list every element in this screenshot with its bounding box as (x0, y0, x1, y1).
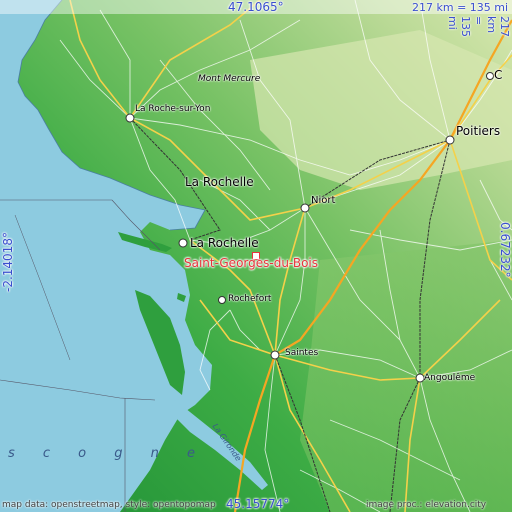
coord-top: 47.1065° (228, 0, 284, 14)
upland-east (300, 240, 512, 512)
label-niort: Niort (311, 195, 336, 206)
label-city-c: C (494, 68, 503, 82)
sea-label: s c o g n e (8, 446, 208, 461)
coord-right: 0.67232° (498, 222, 512, 278)
highlight-label: Saint-Georges-du-Bois (184, 256, 318, 270)
scale-horizontal: 217 km = 135 mi (412, 1, 509, 14)
label-la-rochelle-region: La Rochelle (185, 175, 254, 189)
coord-left: -2.14018° (1, 232, 15, 292)
map-view[interactable]: Mont Mercure La Roche-sur-Yon Poitiers L… (0, 0, 512, 512)
label-poitiers: Poitiers (456, 124, 501, 138)
label-angouleme: Angoulême (424, 373, 476, 383)
attribution-left: map data: openstreetmap, style: opentopo… (2, 500, 216, 510)
label-saintes: Saintes (285, 348, 319, 358)
scale-vertical: 217 km = 135 mi (446, 16, 511, 37)
label-rochefort: Rochefort (228, 294, 272, 304)
coord-bottom: 45.15774° (226, 497, 290, 511)
attribution-right: image proc.: elevation.city (366, 500, 487, 510)
label-mont-mercure: Mont Mercure (198, 74, 261, 84)
label-la-roche-sur-yon: La Roche-sur-Yon (135, 104, 211, 114)
label-la-rochelle: La Rochelle (190, 236, 259, 250)
